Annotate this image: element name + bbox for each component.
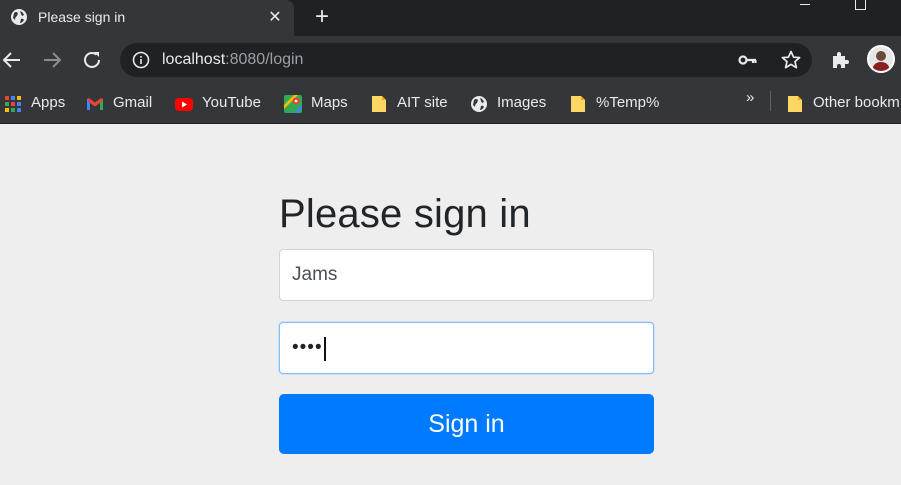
password-mask: •••• xyxy=(292,337,323,358)
bookmark-label: Maps xyxy=(311,94,348,111)
globe-icon xyxy=(11,9,27,25)
browser-toolbar: localhost:8080/login xyxy=(0,36,901,84)
password-input[interactable]: •••• xyxy=(279,322,654,374)
info-icon[interactable] xyxy=(132,51,150,69)
maps-icon xyxy=(284,95,302,113)
url-text: localhost:8080/login xyxy=(162,51,303,69)
maximize-window-icon[interactable] xyxy=(855,0,866,10)
gmail-icon xyxy=(87,98,103,110)
reload-icon[interactable] xyxy=(80,48,104,72)
bookmarks-overflow-button[interactable]: » xyxy=(746,89,754,106)
bookmarks-bar: Apps Gmail YouTube Maps AIT site Images … xyxy=(0,84,901,124)
tab-strip: Please sign in ✕ + xyxy=(0,0,901,36)
bookmark-label: Images xyxy=(497,94,547,111)
url-path: :8080/login xyxy=(225,51,304,68)
bookmark-page-icon xyxy=(372,96,386,112)
bookmark-label: YouTube xyxy=(202,94,261,111)
globe-icon xyxy=(471,96,487,112)
minimize-window-icon[interactable] xyxy=(800,4,810,5)
other-bookmarks-label: Other bookm xyxy=(813,94,900,111)
address-bar[interactable]: localhost:8080/login xyxy=(120,43,812,77)
bookmark-label: %Temp% xyxy=(596,94,660,111)
sign-in-button[interactable]: Sign in xyxy=(279,394,654,454)
username-input[interactable] xyxy=(279,249,654,301)
bookmark-label: Gmail xyxy=(113,94,153,111)
page-title: Please sign in xyxy=(279,192,531,236)
profile-avatar[interactable] xyxy=(867,45,895,73)
tab-please-sign-in[interactable]: Please sign in ✕ xyxy=(0,0,294,36)
tab-title: Please sign in xyxy=(38,9,126,25)
close-tab-icon[interactable]: ✕ xyxy=(266,7,284,27)
key-icon[interactable] xyxy=(738,51,758,69)
bookmark-label: AIT site xyxy=(397,94,448,111)
bookmark-label: Apps xyxy=(31,94,66,111)
forward-arrow-icon[interactable] xyxy=(40,48,64,72)
new-tab-button[interactable]: + xyxy=(310,3,334,31)
apps-grid-icon xyxy=(5,96,21,112)
extensions-puzzle-icon[interactable] xyxy=(829,49,851,71)
star-icon[interactable] xyxy=(780,49,802,71)
bookmark-page-icon xyxy=(571,96,585,112)
avatar-image xyxy=(872,51,890,71)
bookmarks-separator xyxy=(770,91,771,111)
folder-icon xyxy=(788,96,802,112)
youtube-icon xyxy=(175,98,193,111)
url-host: localhost xyxy=(162,51,226,68)
text-caret xyxy=(324,337,326,361)
back-arrow-icon[interactable] xyxy=(0,48,24,72)
login-page: Please sign in •••• Sign in xyxy=(0,125,901,485)
